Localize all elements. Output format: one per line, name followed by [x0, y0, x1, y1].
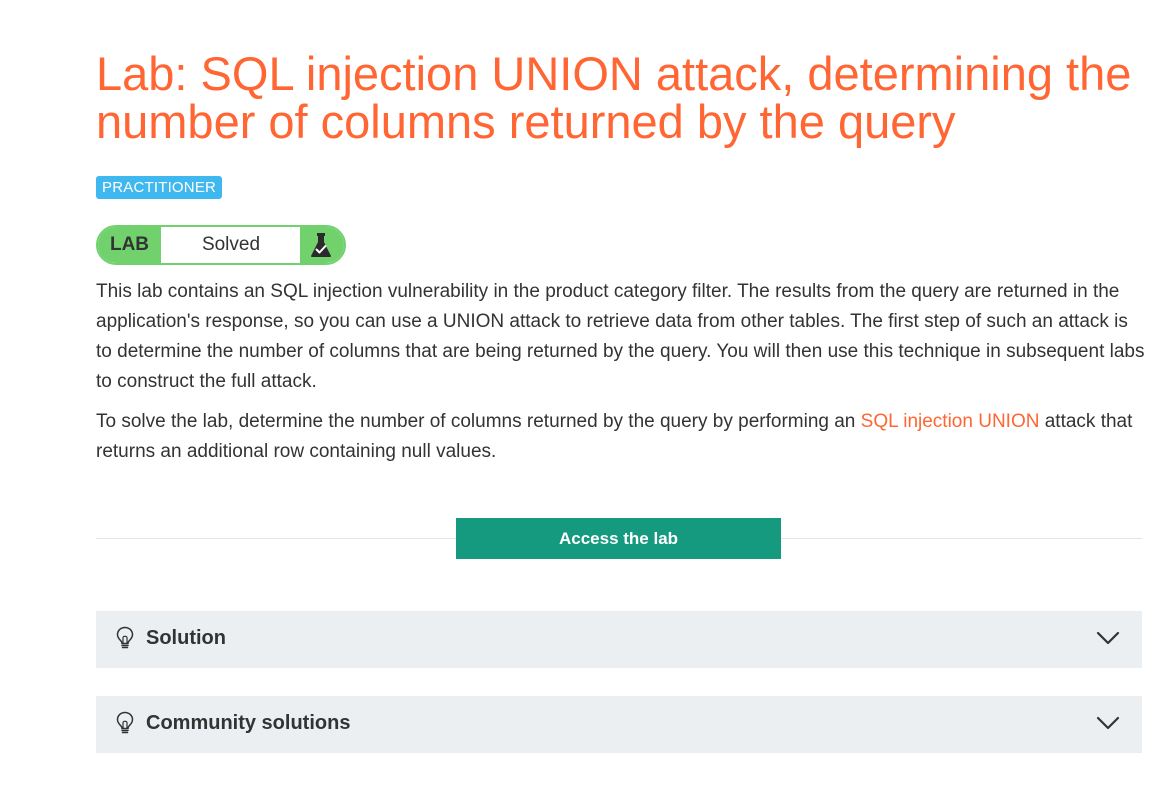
- lab-description: This lab contains an SQL injection vulne…: [96, 281, 1145, 392]
- instructions-text-start: To solve the lab, determine the number o…: [96, 411, 861, 432]
- lightbulb-icon: [116, 711, 134, 740]
- lab-instructions: To solve the lab, determine the number o…: [96, 407, 1146, 467]
- level-badge: PRACTITIONER: [96, 176, 223, 199]
- lab-page: Lab: SQL injection UNION attack, determi…: [0, 0, 1165, 792]
- solution-accordion[interactable]: Solution: [96, 611, 1142, 668]
- page-title: Lab: SQL injection UNION attack, determi…: [96, 47, 1132, 148]
- access-lab-button[interactable]: Access the lab: [456, 518, 781, 559]
- chevron-down-icon[interactable]: [1096, 716, 1120, 735]
- lab-tag: LAB: [98, 227, 161, 263]
- lightbulb-icon: [116, 626, 134, 655]
- chevron-down-icon[interactable]: [1096, 631, 1120, 650]
- lab-status-text: Solved: [201, 234, 261, 255]
- solution-label: Solution: [146, 627, 226, 649]
- flask-solved-icon: [300, 227, 344, 263]
- community-solutions-accordion[interactable]: Community solutions: [96, 696, 1142, 753]
- sql-injection-union-link[interactable]: SQL injection UNION: [861, 411, 1040, 432]
- community-solutions-label: Community solutions: [146, 712, 351, 734]
- lab-status-widget: LAB Solved: [96, 225, 346, 265]
